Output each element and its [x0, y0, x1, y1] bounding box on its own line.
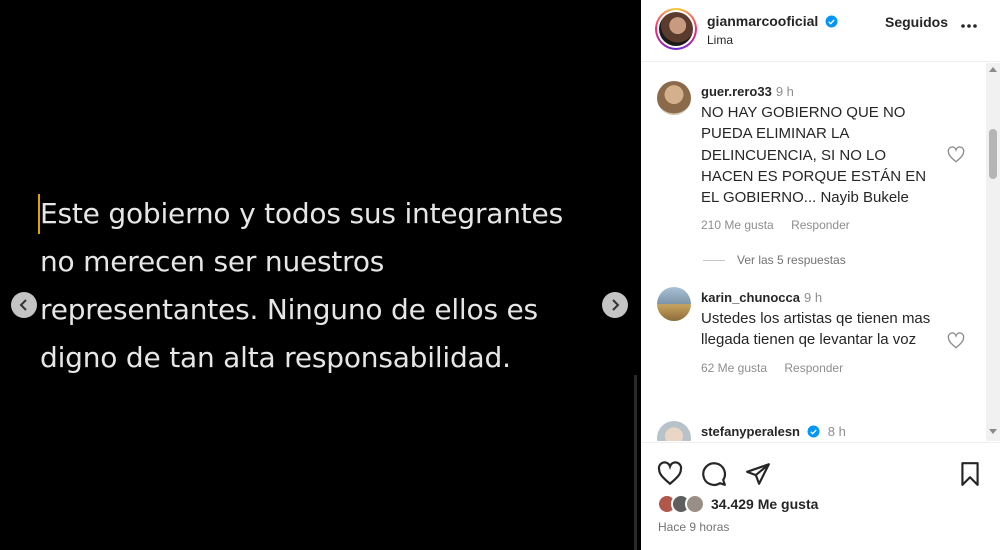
reply-button[interactable]: Responder [784, 361, 843, 375]
bookmark-icon[interactable] [957, 461, 983, 487]
comment-text: Ustedes los artistas qe tienen mas llega… [701, 310, 931, 349]
post-header: gianmarcooficial Lima Seguidos [641, 0, 1000, 62]
comment-body: karin_chunocca 9 h Ustedes los artistas q… [701, 287, 941, 379]
avatar-frame [657, 10, 695, 48]
post-text-line: digno de tan alta responsabilidad. [40, 341, 511, 374]
author-username-text[interactable]: gianmarcooficial [707, 13, 818, 29]
chevron-right-icon [612, 299, 620, 311]
post-text-line: representantes. Ninguno de ellos es [40, 293, 538, 326]
comment-meta: 210 Me gusta Responder [701, 215, 941, 236]
share-icon[interactable] [745, 461, 771, 487]
more-icon[interactable] [959, 16, 979, 36]
media-edge-strip [634, 375, 637, 550]
previous-slide-button[interactable] [11, 292, 37, 318]
commenter-avatar[interactable] [657, 81, 691, 115]
post-location[interactable]: Lima [707, 33, 733, 47]
comment-text: NO HAY GOBIERNO QUE NO PUEDA ELIMINAR LA… [701, 104, 927, 207]
scroll-down-arrow-icon[interactable] [989, 429, 997, 434]
comment-body: guer.rero33 9 h NO HAY GOBIERNO QUE NO PU… [701, 81, 941, 236]
scroll-up-arrow-icon[interactable] [989, 67, 997, 72]
comment-like-icon[interactable] [947, 332, 965, 350]
comment-username[interactable]: karin_chunocca [701, 290, 800, 305]
next-slide-button[interactable] [602, 292, 628, 318]
view-replies-button[interactable]: Ver las 5 respuestas [703, 253, 846, 267]
likes-summary[interactable]: 34.429 Me gusta [657, 494, 818, 514]
comment-likes[interactable]: 62 Me gusta [701, 361, 767, 375]
comment-meta: 62 Me gusta Responder [701, 358, 941, 379]
heart-icon[interactable] [657, 461, 683, 487]
post-media: Este gobierno y todos sus integrantes no… [0, 0, 640, 550]
post-actions: 34.429 Me gusta Hace 9 horas [641, 442, 1000, 550]
comment-likes[interactable]: 210 Me gusta [701, 218, 774, 232]
post-image-text: Este gobierno y todos sus integrantes no… [40, 190, 620, 382]
following-button[interactable]: Seguidos [885, 14, 948, 30]
comment-username[interactable]: guer.rero33 [701, 84, 772, 99]
comments-list[interactable]: guer.rero33 9 h NO HAY GOBIERNO QUE NO PU… [641, 63, 986, 441]
comment-username[interactable]: stefanyperalesn [701, 424, 800, 439]
comment-body: stefanyperalesn 8 h [701, 421, 941, 441]
chevron-left-icon [19, 299, 27, 311]
verified-badge-icon [825, 15, 838, 28]
comments-scrollbar[interactable] [986, 63, 1000, 441]
commenter-avatar[interactable] [657, 287, 691, 321]
avatar-image [659, 12, 693, 46]
post-text-line: Este gobierno y todos sus integrantes [40, 197, 563, 230]
author-username[interactable]: gianmarcooficial [707, 13, 838, 29]
liker-avatar [685, 494, 705, 514]
reply-button[interactable]: Responder [791, 218, 850, 232]
comment-like-icon[interactable] [947, 146, 965, 164]
likes-count[interactable]: 34.429 Me gusta [711, 496, 818, 512]
post-timestamp[interactable]: Hace 9 horas [658, 520, 729, 534]
author-avatar[interactable] [655, 8, 697, 50]
comment-icon[interactable] [701, 461, 727, 487]
verified-badge-icon [807, 425, 820, 438]
post-text-line: no merecen ser nuestros [40, 245, 385, 278]
replies-line [703, 259, 725, 261]
comment-time: 8 h [827, 424, 846, 439]
commenter-avatar[interactable] [657, 421, 691, 441]
scroll-thumb[interactable] [989, 129, 997, 179]
view-replies-label[interactable]: Ver las 5 respuestas [737, 253, 846, 267]
comment-time: 9 h [775, 84, 794, 99]
post-side-panel: gianmarcooficial Lima Seguidos guer.rero… [641, 0, 1000, 550]
comment-time: 9 h [804, 290, 823, 305]
